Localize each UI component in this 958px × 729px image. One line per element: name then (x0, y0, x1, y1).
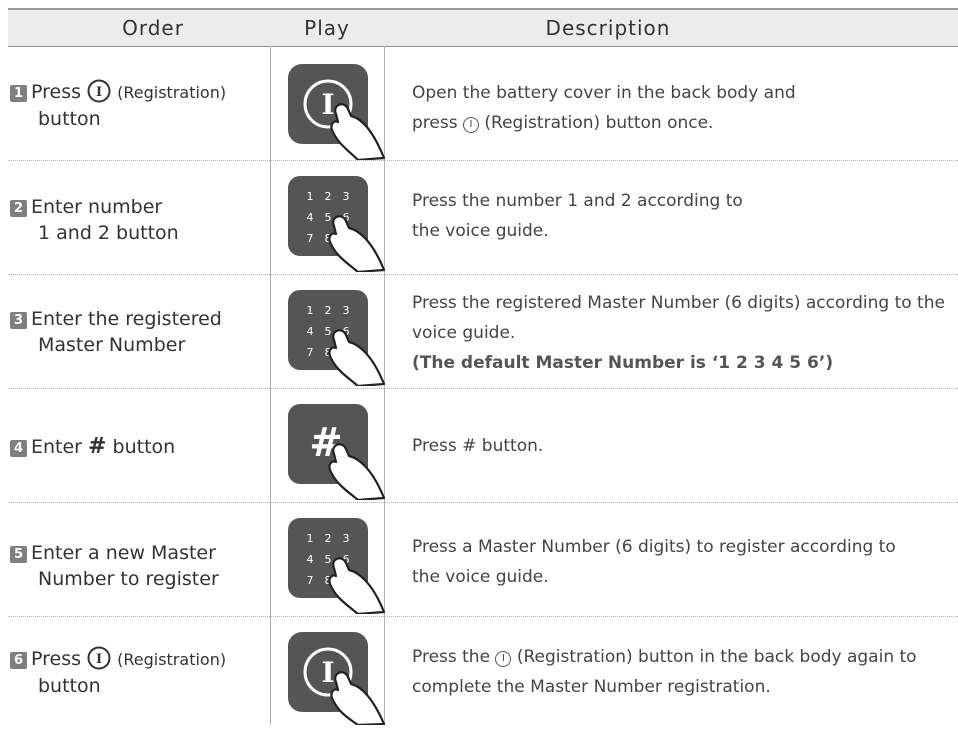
step-number-badge: 4 (10, 440, 27, 457)
description-text: Press the I (Registration) button in the… (412, 647, 917, 667)
step-number-badge: 6 (10, 652, 27, 669)
svg-text:2: 2 (325, 304, 332, 317)
order-text: button (112, 436, 176, 458)
svg-text:3: 3 (343, 304, 350, 317)
order-text: Enter number (31, 196, 163, 218)
order-text: button (38, 675, 101, 697)
description-cell: Press the I (Registration) button in the… (412, 642, 917, 702)
keypad-icon: 123 456 78 (288, 176, 386, 276)
row-divider (8, 274, 958, 275)
step-number-badge: 3 (10, 312, 27, 329)
svg-text:5: 5 (325, 553, 332, 566)
keypad-icon: 123 456 78 (288, 518, 386, 618)
order-cell: 6 Press I (Registration) button (10, 646, 270, 699)
svg-text:3: 3 (343, 190, 350, 203)
svg-text:4: 4 (307, 325, 314, 338)
row-divider (8, 502, 958, 503)
description-text: Press # button. (412, 436, 544, 456)
svg-text:1: 1 (307, 532, 314, 545)
svg-text:5: 5 (325, 211, 332, 224)
description-cell: Press the number 1 and 2 according to th… (412, 186, 743, 246)
description-cell: Open the battery cover in the back body … (412, 78, 796, 138)
order-text: Enter the registered (31, 308, 222, 330)
step-number-badge: 2 (10, 200, 27, 217)
svg-text:7: 7 (307, 346, 314, 359)
column-divider-order (270, 46, 271, 725)
description-text: Press the registered Master Number (6 di… (412, 293, 945, 313)
order-text: Enter a new Master (31, 542, 216, 564)
order-text: Press (31, 81, 82, 103)
header-rule (8, 46, 958, 47)
description-text: voice guide. (412, 323, 516, 343)
svg-text:I: I (96, 85, 102, 100)
order-text: Number to register (38, 568, 219, 590)
keypad-icon: 123 456 78 (288, 290, 386, 390)
hash-button-icon: # (288, 404, 386, 504)
description-text: Press the number 1 and 2 according to (412, 191, 743, 211)
description-text: Press a Master Number (6 digits) to regi… (412, 537, 896, 557)
svg-text:7: 7 (307, 574, 314, 587)
description-text: complete the Master Number registration. (412, 677, 771, 697)
order-text: Press (31, 648, 82, 670)
order-cell: 4 Enter # button (10, 434, 270, 460)
registration-button-icon: I (288, 632, 386, 729)
step-number-badge: 1 (10, 85, 27, 102)
header-description: Description (545, 16, 671, 40)
svg-text:4: 4 (307, 211, 314, 224)
svg-text:1: 1 (307, 304, 314, 317)
svg-text:2: 2 (325, 532, 332, 545)
order-cell: 2 Enter number 1 and 2 button (10, 194, 270, 246)
step-number-badge: 5 (10, 546, 27, 563)
order-text: (Registration) (117, 83, 227, 102)
svg-text:I: I (321, 88, 334, 121)
description-text: press I (Registration) button once. (412, 113, 714, 133)
hash-symbol: # (88, 434, 107, 459)
row-divider (8, 388, 958, 389)
description-text: the voice guide. (412, 221, 549, 241)
default-master-number-note: (The default Master Number is ‘1 2 3 4 5… (412, 353, 834, 373)
order-text: Master Number (38, 334, 186, 356)
row-divider (8, 616, 958, 617)
order-cell: 3 Enter the registered Master Number (10, 306, 270, 358)
description-cell: Press a Master Number (6 digits) to regi… (412, 532, 896, 592)
description-text: Open the battery cover in the back body … (412, 83, 796, 103)
order-cell: 5 Enter a new Master Number to register (10, 540, 270, 592)
order-text: Enter (31, 436, 82, 458)
header-order: Order (122, 16, 184, 40)
row-divider (8, 160, 958, 161)
table-header: Order Play Description (8, 10, 958, 46)
svg-text:3: 3 (343, 532, 350, 545)
svg-text:5: 5 (325, 325, 332, 338)
registration-symbol: I (463, 117, 479, 133)
registration-icon: I (87, 646, 111, 670)
order-text: button (38, 108, 101, 130)
description-cell: Press # button. (412, 431, 543, 461)
order-text: 1 and 2 button (38, 222, 179, 244)
description-text: the voice guide. (412, 567, 549, 587)
registration-button-icon: I (288, 64, 386, 164)
header-play: Play (304, 16, 350, 40)
svg-text:1: 1 (307, 190, 314, 203)
description-cell: Press the registered Master Number (6 di… (412, 288, 945, 378)
svg-text:4: 4 (307, 553, 314, 566)
order-text: (Registration) (117, 650, 227, 669)
order-cell: 1 Press I (Registration) button (10, 79, 270, 132)
registration-icon: I (87, 79, 111, 103)
svg-text:2: 2 (325, 190, 332, 203)
svg-text:I: I (321, 656, 334, 689)
registration-symbol: I (495, 651, 512, 667)
svg-text:7: 7 (307, 232, 314, 245)
instruction-table: Order Play Description 1 Press I (Registr… (0, 0, 958, 727)
svg-text:I: I (96, 652, 102, 667)
